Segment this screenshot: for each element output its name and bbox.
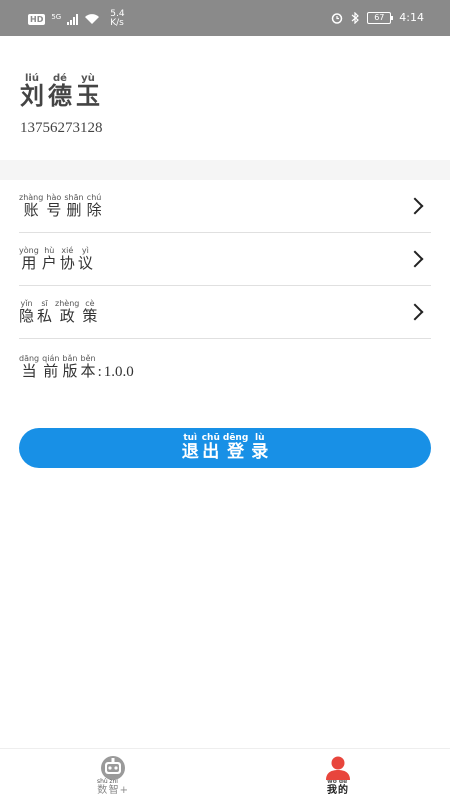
version-separator: :: [97, 363, 102, 380]
profile-section: liú 刘 dé 德 yù 玉 13756273128: [0, 36, 450, 160]
ruby-char: dé 德: [48, 73, 72, 110]
logout-button[interactable]: tuì 退 chū 出 dēng 登 lù 录: [19, 428, 431, 468]
version-info: dāng 当 qián 前 bǎn 版 běn 本 : 1.0.0: [19, 339, 431, 395]
tab-shuzhi[interactable]: shù 数 zhì 智 +: [0, 749, 225, 801]
chevron-right-icon: [406, 197, 424, 215]
menu-item-label: yǐn 隐 sī 私 zhèng 政 cè 策: [19, 299, 98, 326]
menu-item-user-agreement[interactable]: yòng 用 hù 户 xié 协 yì 议: [19, 233, 431, 286]
menu-item-label: zhàng 账 hào 号 shān 删 chú 除: [19, 193, 102, 220]
hd-badge: HD: [28, 13, 46, 25]
status-time: 4:14: [399, 11, 424, 24]
user-name: liú 刘 dé 德 yù 玉: [20, 74, 100, 109]
signal-icon: [67, 13, 79, 25]
wifi-icon: [85, 14, 100, 24]
chevron-right-icon: [406, 250, 424, 268]
battery-icon: 67: [367, 11, 394, 24]
ruby-char: yù 玉: [76, 73, 100, 110]
bottom-nav: shù 数 zhì 智 + wǒ 我 de 的: [0, 748, 450, 801]
speed-unit: K/s: [110, 18, 124, 28]
status-right: 67 4:14: [331, 11, 424, 24]
version-value: 1.0.0: [103, 363, 134, 380]
settings-menu: zhàng 账 hào 号 shān 删 chú 除 yòng 用 hù 户 xié 协 yì…: [19, 180, 431, 395]
tab-label: wǒ 我 de 的: [327, 778, 348, 797]
section-divider: [0, 160, 450, 180]
version-label: dāng 当 qián 前 bǎn 版 běn 本: [19, 354, 96, 381]
robot-icon: [99, 755, 127, 781]
tab-mine[interactable]: wǒ 我 de 的: [225, 749, 450, 801]
tab-label: shù 数 zhì 智 +: [96, 778, 129, 797]
chevron-right-icon: [406, 303, 424, 321]
ruby-char: liú 刘: [20, 73, 44, 110]
status-left: HD 5G 5.4 K/s: [28, 10, 125, 28]
user-icon: [324, 755, 352, 781]
network-speed: 5.4 K/s: [110, 10, 124, 28]
menu-item-privacy-policy[interactable]: yǐn 隐 sī 私 zhèng 政 cè 策: [19, 286, 431, 339]
battery-level: 67: [374, 12, 385, 22]
status-bar: HD 5G 5.4 K/s 67 4:14: [0, 0, 450, 36]
bluetooth-icon: [351, 11, 360, 24]
user-phone: 13756273128: [20, 120, 103, 136]
menu-item-delete-account[interactable]: zhàng 账 hào 号 shān 删 chú 除: [19, 180, 431, 233]
menu-item-label: yòng 用 hù 户 xié 协 yì 议: [19, 246, 93, 273]
alarm-icon: [332, 12, 343, 24]
network-type: 5G: [51, 12, 62, 21]
